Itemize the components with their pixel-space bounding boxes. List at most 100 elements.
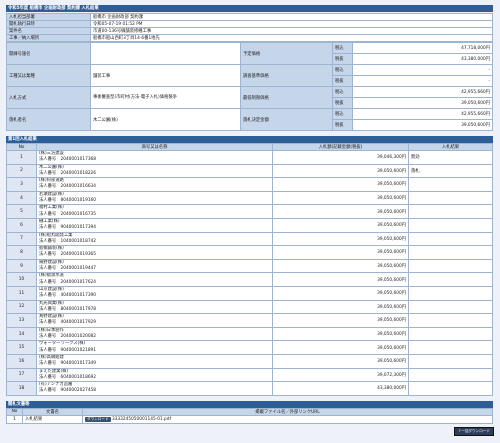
doc-col-no: No xyxy=(6,407,23,416)
bidder-name-cell: (株)高橋組建 法人番号 9040001017349 xyxy=(36,353,273,369)
bidder-no: 3 xyxy=(6,177,37,192)
col-name: 商号又は名称 xyxy=(36,143,273,151)
page: 令和5年度 船橋市 企画財政部 契約課 入札結果 入札担当部署 船橋市 企画財政部… xyxy=(6,5,493,424)
bulk-download-button[interactable]: ↑一括ダウンロード xyxy=(454,427,494,436)
bidder-no: 18 xyxy=(6,381,37,396)
bidder-result: 無効 xyxy=(408,150,493,165)
bidder-name-cell: (有)アンナカ造園 法人番号 9040002027458 xyxy=(36,381,273,396)
bidder-result xyxy=(408,231,493,247)
detail-table: 開練号施名 予定価格 税込 47,718,000円 税抜 43,380,000円… xyxy=(6,42,493,131)
bidder-row: 10 (株)猿渡水道 法人番号 2040001017624 39,050,600円 xyxy=(6,272,493,287)
bidder-row: 4 若瀬建設(株) 法人番号 8040001019160 39,050,600円 xyxy=(6,190,493,206)
bidder-name-cell: 山京建設(株) 法人番号 4040001017390 xyxy=(36,285,273,301)
bidder-row: 14 (株)日本創作 法人番号 2040001020082 39,050,600円 xyxy=(6,326,493,342)
docs-title: 開札文書等 xyxy=(6,400,493,408)
tax-in-label: 税込 xyxy=(332,108,353,120)
tax-ex-label: 税抜 xyxy=(332,119,353,131)
bidder-no: 7 xyxy=(6,231,37,247)
bidder-amount: 39,046,300円 xyxy=(272,150,409,165)
bidders-table: No 商号又は名称 入札額(記載金額(税抜) 入札結果 1 (株)三浩建設 法人番号… xyxy=(6,143,493,396)
bidder-corp-number: 法人番号 2040001018226 xyxy=(39,170,97,176)
bidder-name-cell: 真野建設(株) 法人番号 4040001017929 xyxy=(36,313,273,328)
bidder-name-cell: (株)船丸開発工業 法人番号 1040001018742 xyxy=(36,231,273,247)
bidder-name-cell: 船橋鋪装(株) 法人番号 2040001019365 xyxy=(36,245,273,260)
bidder-corp-number: 法人番号 2040001016735 xyxy=(39,211,97,217)
bidder-name-cell: 福村工業(株) 法人番号 2040001016735 xyxy=(36,204,273,219)
tax-ex-label: 税抜 xyxy=(332,75,353,87)
bidder-result xyxy=(408,245,493,260)
bidder-no: 10 xyxy=(6,272,37,287)
col-amount: 入札額(記載金額(税抜) xyxy=(272,143,409,151)
doc-file-cell: ダウンロード 3333245050001145-01.pdf xyxy=(82,414,493,424)
bidder-corp-number: 法人番号 2040001019365 xyxy=(39,252,97,258)
info-value: 船橋市船山西町3丁目14-6番1地先 xyxy=(90,34,493,42)
bidder-result xyxy=(408,313,493,328)
bidder-corp-number: 法人番号 2040001016634 xyxy=(39,184,97,190)
award-label: 落札決定金額 xyxy=(240,108,333,131)
survey-excl: - xyxy=(352,75,493,87)
bidder-row: 16 (株)高橋組建 法人番号 9040001017349 39,050,600円 xyxy=(6,353,493,369)
doc-file-link[interactable]: 3333245050001145-01.pdf xyxy=(112,417,171,422)
min-price-label: 最低制限価格 xyxy=(240,86,333,109)
docs-table: No 文書名 掲載ファイル名／外部リンクURL 1 入札結果 ダウンロード 33… xyxy=(6,407,493,424)
bidder-no: 8 xyxy=(6,245,37,260)
bidder-row: 8 船橋鋪装(株) 法人番号 2040001019365 39,050,600円 xyxy=(6,245,493,260)
bidder-corp-number: 法人番号 2040001017368 xyxy=(39,157,97,163)
bidder-corp-number: 法人番号 4040001017390 xyxy=(39,293,97,299)
col-result: 入札結果 xyxy=(408,143,493,151)
bidder-amount: 39,050,600円 xyxy=(272,272,409,287)
bidder-row: 3 (株)阿部道路 法人番号 2040001016634 39,050,600円 xyxy=(6,177,493,192)
planned-incl: 47,718,000円 xyxy=(352,42,493,54)
bidder-no: 12 xyxy=(6,299,37,315)
bidder-result xyxy=(408,190,493,206)
bidder-no: 5 xyxy=(6,204,37,219)
bidder-amount: 39,050,600円 xyxy=(272,353,409,369)
bidder-result xyxy=(408,177,493,192)
bidder-corp-number: 法人番号 1040001018742 xyxy=(39,238,97,244)
info-label: 入札担当部署 xyxy=(6,13,91,21)
bidder-corp-number: 法人番号 8040001019160 xyxy=(39,198,97,204)
bidder-no: 4 xyxy=(6,190,37,206)
bidder-row: 11 山京建設(株) 法人番号 4040001017390 39,050,600円 xyxy=(6,285,493,301)
bidder-row: 9 陽野建設(株) 法人番号 2040001019447 39,050,600円 xyxy=(6,258,493,274)
col-no: No xyxy=(6,143,37,151)
bidder-result: 落札 xyxy=(408,163,493,179)
bidder-no: 2 xyxy=(6,163,37,179)
bidder-row: 2 木二公園(株) 法人番号 2040001018226 39,050,600円 落札 xyxy=(6,163,493,179)
bidder-row: 6 樋工業(株) 法人番号 9040001017394 39,050,600円 xyxy=(6,217,493,233)
bidder-no: 16 xyxy=(6,353,37,369)
bidder-name-cell: 陽野建設(株) 法人番号 2040001019447 xyxy=(36,258,273,274)
min-price-incl: 42,955,660円 xyxy=(352,86,493,98)
bidder-name-cell: (株)阿部道路 法人番号 2040001016634 xyxy=(36,177,273,192)
bidder-amount: 39,050,600円 xyxy=(272,231,409,247)
download-button[interactable]: ダウンロード xyxy=(85,416,111,422)
winner-label: 落札者名 xyxy=(6,108,91,131)
doc-col-name: 文書名 xyxy=(22,407,83,416)
bidder-amount: 39,050,600円 xyxy=(272,299,409,315)
bidder-no: 11 xyxy=(6,285,37,301)
bidder-corp-number: 法人番号 8040001017978 xyxy=(39,306,97,312)
bidder-amount: 39,050,600円 xyxy=(272,340,409,355)
info-label: 工事／納入場所 xyxy=(6,34,91,42)
info-label: 開札執行日時 xyxy=(6,20,91,28)
min-price-excl: 39,050,600円 xyxy=(352,97,493,109)
bidder-result xyxy=(408,204,493,219)
tax-in-label: 税込 xyxy=(332,86,353,98)
info-value: 船橋市 企画財政部 契約課 xyxy=(90,13,493,21)
bidder-result xyxy=(408,381,493,396)
winner-value: 木二公園(株) xyxy=(90,108,241,131)
bidder-corp-number: 法人番号 9040002027458 xyxy=(39,388,97,394)
bidder-amount: 39,050,600円 xyxy=(272,163,409,179)
bidder-corp-number: 法人番号 2040001017624 xyxy=(39,279,97,285)
round-title: 第1回入札結果 xyxy=(6,136,493,143)
bidder-corp-number: 法人番号 4040001017929 xyxy=(39,320,97,326)
bidder-name-cell: ウォーターワークス(株) 法人番号 9040001021891 xyxy=(36,340,273,355)
bidder-amount: 39,050,600円 xyxy=(272,313,409,328)
type-label: 工種又は業種 xyxy=(6,64,91,87)
info-label: 案件名 xyxy=(6,27,91,35)
method-label: 入札方式 xyxy=(6,86,91,109)
tax-in-label: 税込 xyxy=(332,42,353,54)
bidder-row: 18 (有)アンナカ造園 法人番号 9040002027458 43,380,000円 xyxy=(6,381,493,396)
tax-ex-label: 税抜 xyxy=(332,97,353,109)
bidder-amount: 39,050,600円 xyxy=(272,217,409,233)
